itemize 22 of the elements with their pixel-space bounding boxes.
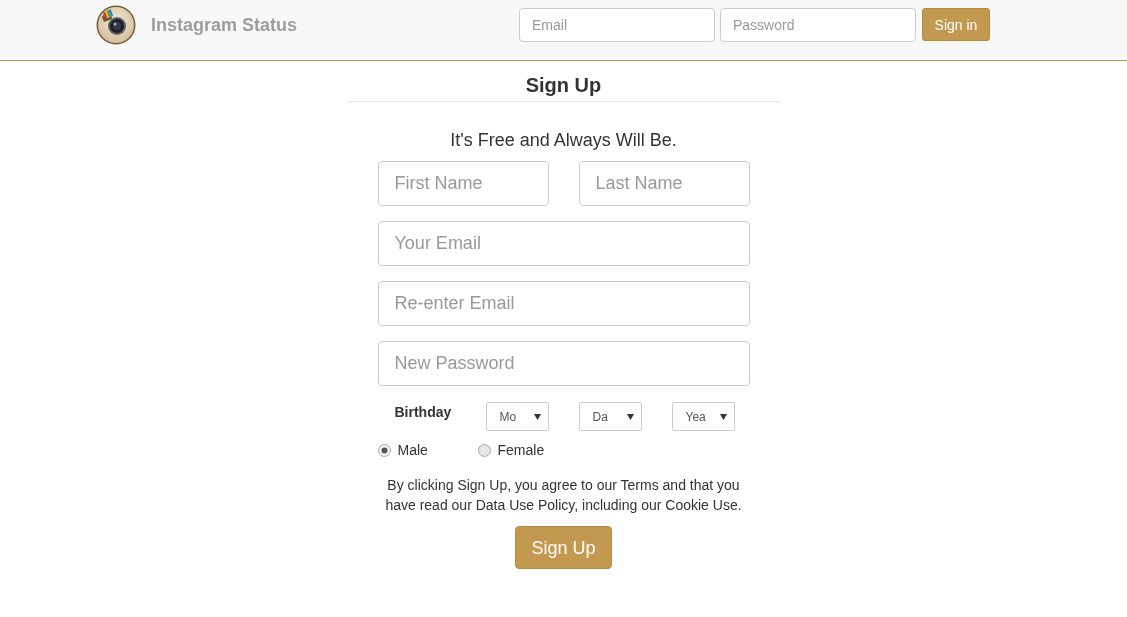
birthday-label: Birthday bbox=[393, 403, 453, 421]
radio-button-icon[interactable] bbox=[377, 443, 391, 457]
text-field[interactable]: Your Email bbox=[377, 221, 750, 266]
text-field[interactable]: Re-enter Email bbox=[377, 281, 750, 326]
password-field[interactable]: Password bbox=[720, 7, 916, 42]
text-field[interactable]: Last Name bbox=[578, 161, 750, 206]
email-field[interactable]: Email bbox=[519, 7, 715, 42]
caret-icon bbox=[626, 413, 634, 420]
caret-icon bbox=[533, 413, 541, 420]
terms-text: By clicking Sign Up, you agree to our Terms and that you have read our Data Use Policy, including our Cookie Use. bbox=[384, 476, 743, 515]
dropdown-select[interactable]: Yea bbox=[671, 402, 735, 431]
text-field[interactable]: New Password bbox=[377, 341, 750, 386]
radio-label[interactable]: Female bbox=[497, 441, 545, 459]
sign-up-heading: Sign Up bbox=[525, 73, 602, 97]
camera-icon bbox=[96, 4, 136, 45]
text-field[interactable]: First Name bbox=[377, 161, 549, 206]
radio-label[interactable]: Male bbox=[397, 441, 428, 459]
caret-icon bbox=[719, 413, 727, 420]
dropdown-select[interactable]: Mo bbox=[485, 402, 549, 431]
tagline: It's Free and Always Will Be. bbox=[450, 129, 677, 151]
dropdown-select[interactable]: Da bbox=[578, 402, 642, 431]
radio-button-icon[interactable] bbox=[477, 443, 491, 457]
